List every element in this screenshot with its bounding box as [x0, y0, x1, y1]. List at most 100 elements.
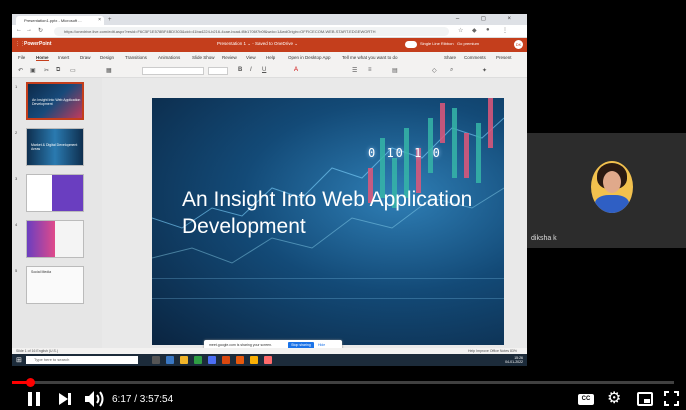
paste-icon[interactable]: ▣ [30, 67, 36, 74]
thumb-caption: Social Media [31, 270, 52, 274]
underline-icon[interactable]: U [262, 67, 266, 73]
menu-open-desktop[interactable]: Open in Desktop App [288, 55, 331, 60]
slide-title[interactable]: An Insight Into Web Application Developm… [182, 186, 502, 240]
pause-icon [28, 392, 32, 406]
next-icon [59, 393, 71, 405]
volume-icon [85, 391, 104, 407]
forward-icon[interactable]: → [26, 27, 32, 33]
bold-icon[interactable]: B [238, 67, 242, 73]
new-slide-icon[interactable]: ▭ [70, 67, 76, 74]
undo-icon[interactable]: ↶ [18, 67, 23, 74]
app-icon[interactable] [264, 356, 272, 364]
thumb-number: 1 [15, 84, 18, 89]
slide-thumbnail[interactable] [26, 220, 84, 258]
shapes-icon[interactable]: ◇ [432, 67, 437, 74]
menu-file[interactable]: File [18, 55, 25, 60]
extension-icon[interactable]: ◆ [472, 27, 477, 34]
window-controls[interactable]: – ◻ × [456, 15, 521, 22]
star-icon[interactable]: ☆ [458, 27, 463, 34]
align-icon[interactable]: ▤ [392, 67, 398, 74]
miniplayer-button[interactable] [637, 392, 653, 406]
url-field[interactable]: https://onedrive.live.com/edit.aspx?resi… [54, 27, 449, 36]
scrubber-handle[interactable] [26, 378, 36, 387]
current-slide[interactable]: 0 10 1 0 An Insight Into Web Application… [152, 98, 504, 345]
windows-start-icon[interactable]: ⊞ [16, 356, 22, 364]
search-icon[interactable]: ⌕ [450, 67, 453, 74]
menu-review[interactable]: Review [222, 55, 237, 60]
thumb-caption: An Insight Into Web Application Developm… [32, 98, 81, 106]
taskbar-search-field[interactable]: Type here to search [26, 356, 138, 364]
slide-thumbnail[interactable]: An Insight Into Web Application Developm… [26, 82, 84, 120]
tab-close-icon[interactable]: × [98, 16, 101, 25]
pause-button[interactable] [26, 390, 42, 408]
cut-icon[interactable]: ✂ [44, 67, 49, 74]
fullscreen-button[interactable] [664, 391, 679, 406]
volume-button[interactable] [84, 390, 106, 408]
office-title-bar: ⋮⋮ PowerPoint Presentation 1 ⌄ - Saved t… [12, 38, 527, 52]
time-display: 6:17 / 3:57:54 [112, 394, 174, 405]
designer-icon[interactable]: ✦ [482, 67, 487, 74]
menu-design[interactable]: Design [100, 55, 114, 60]
bullets-icon[interactable]: ☰ [352, 67, 357, 74]
app-name: PowerPoint [24, 41, 52, 47]
thumb-number: 2 [15, 130, 18, 135]
edge-icon[interactable] [166, 356, 174, 364]
system-tray-clock[interactable]: 15:26 04-01-2022 [505, 356, 523, 364]
layout-icon[interactable]: ▦ [106, 67, 112, 74]
thumb-number: 3 [15, 176, 18, 181]
progress-bar[interactable] [12, 378, 674, 387]
copy-icon[interactable]: ⧉ [56, 67, 60, 74]
browser-tab-bar: Presentation1.pptx - Microsoft ... × + –… [12, 14, 527, 25]
shared-screen: Presentation1.pptx - Microsoft ... × + –… [12, 14, 527, 366]
subtitles-button[interactable]: CC [578, 394, 594, 405]
menu-slide-show[interactable]: Slide Show [192, 55, 215, 60]
browser-tab[interactable]: Presentation1.pptx - Microsoft ... × [16, 16, 104, 25]
settings-gear-icon[interactable]: ⚙ [607, 390, 621, 408]
font-color-icon[interactable]: A [294, 67, 298, 73]
italic-icon[interactable]: I [250, 67, 252, 73]
slide-editor: 0 10 1 0 An Insight Into Web Application… [102, 78, 527, 348]
refresh-icon[interactable]: ↻ [38, 27, 43, 34]
menu-draw[interactable]: Draw [80, 55, 91, 60]
clock-date: 04-01-2022 [505, 360, 523, 364]
document-title[interactable]: Presentation 1 ⌄ - Saved to OneDrive ⌄ [217, 41, 298, 47]
task-view-icon[interactable] [152, 356, 160, 364]
present-button[interactable]: Present [496, 55, 512, 60]
font-name-field[interactable] [142, 67, 204, 75]
video-player[interactable]: Presentation1.pptx - Microsoft ... × + –… [0, 0, 686, 410]
menu-transitions[interactable]: Transitions [125, 55, 147, 60]
slide-thumbnail[interactable]: Market & Digital Development Areas [26, 128, 84, 166]
account-avatar[interactable]: DK [514, 40, 523, 49]
participant-tile[interactable]: diksha k [527, 133, 686, 248]
ribbon-toggle[interactable] [405, 41, 417, 48]
hide-button[interactable]: Hide [318, 343, 325, 347]
browser-menu-icon[interactable]: ⋮ [502, 27, 508, 34]
go-premium-link[interactable]: Go premium [457, 41, 479, 46]
new-tab-icon[interactable]: + [108, 16, 112, 24]
menu-help[interactable]: Help [266, 55, 275, 60]
slide-thumbnail[interactable]: Social Media [26, 266, 84, 304]
font-size-field[interactable] [208, 67, 228, 75]
menu-home[interactable]: Home [36, 55, 49, 61]
powerpoint-icon[interactable] [236, 356, 244, 364]
next-button[interactable] [58, 392, 72, 406]
participant-name: diksha k [531, 235, 557, 242]
profile-icon[interactable]: ● [486, 27, 490, 33]
app-icon[interactable] [208, 356, 216, 364]
comments-button[interactable]: Comments [464, 55, 486, 60]
ribbon-tabs: File Home Insert Draw Design Transitions… [12, 52, 527, 64]
back-icon[interactable]: ← [16, 27, 22, 33]
office-icon[interactable] [222, 356, 230, 364]
binary-digits: 0 10 1 0 [368, 146, 442, 160]
menu-animations[interactable]: Animations [158, 55, 180, 60]
share-button[interactable]: Share [444, 55, 456, 60]
numbering-icon[interactable]: ≡ [368, 67, 372, 73]
menu-view[interactable]: View [246, 55, 256, 60]
menu-insert[interactable]: Insert [58, 55, 69, 60]
store-icon[interactable] [194, 356, 202, 364]
chrome-icon[interactable] [250, 356, 258, 364]
file-explorer-icon[interactable] [180, 356, 188, 364]
tell-me-field[interactable]: Tell me what you want to do [342, 55, 398, 60]
miniplayer-icon [644, 399, 650, 403]
slide-thumbnail[interactable] [26, 174, 84, 212]
